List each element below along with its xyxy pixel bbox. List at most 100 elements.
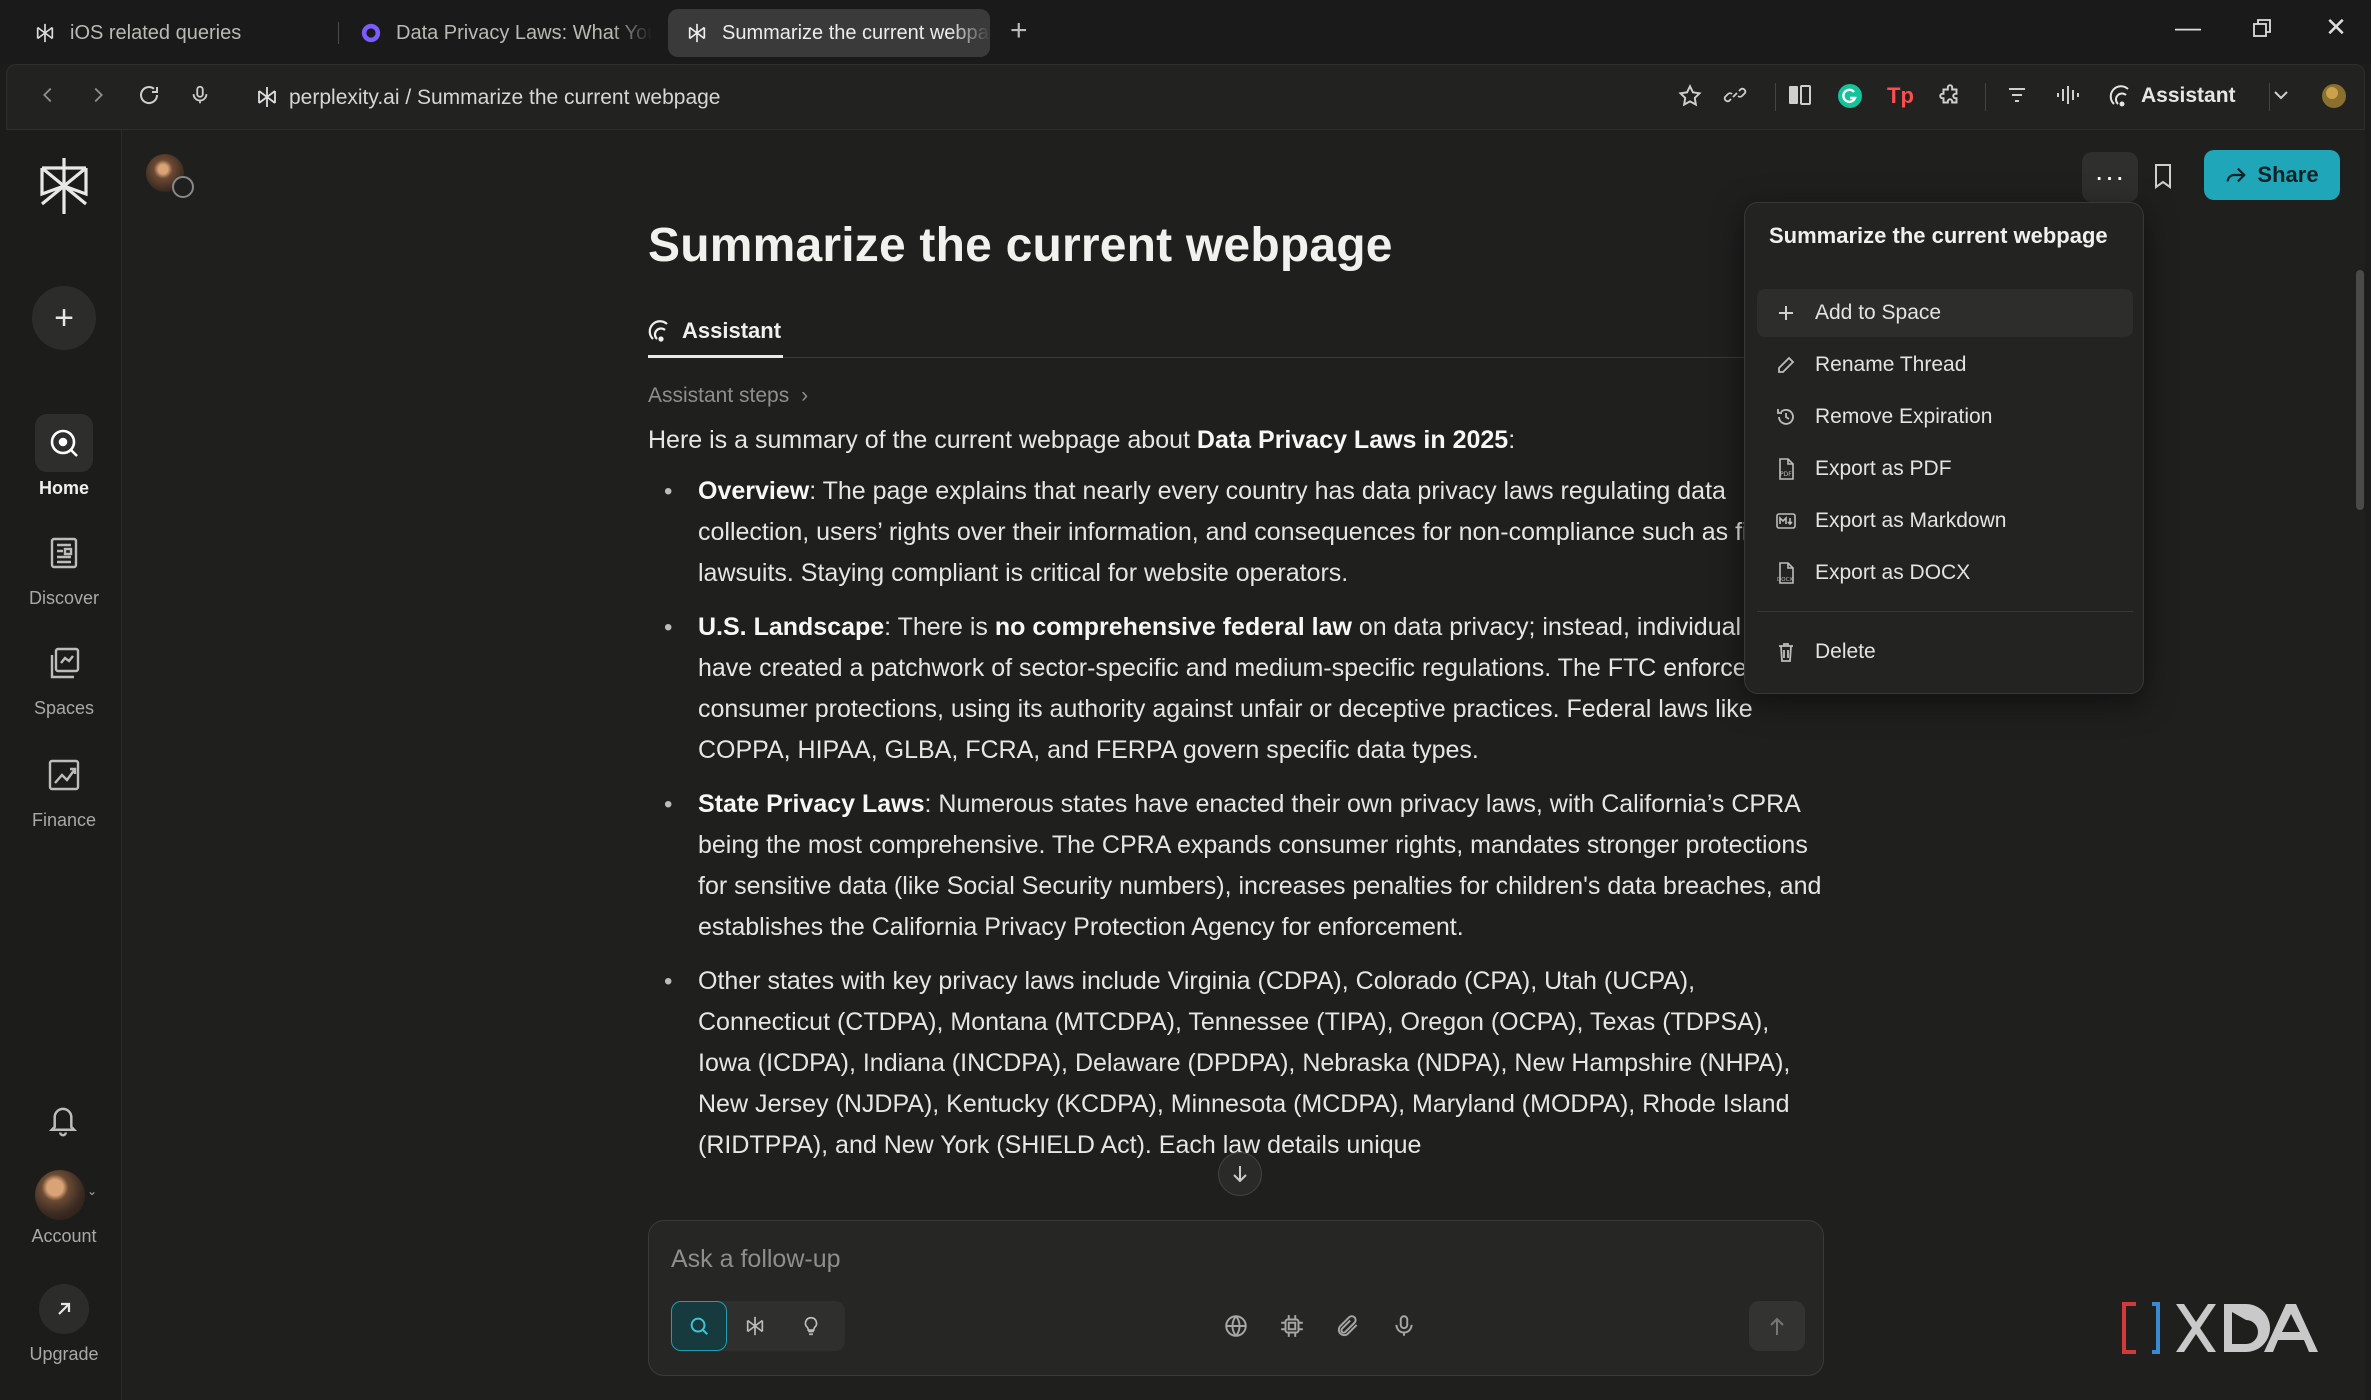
menu-item-rename-thread[interactable]: Rename Thread: [1757, 341, 2133, 389]
browser-tab-data-privacy[interactable]: Data Privacy Laws: What You N: [342, 9, 652, 57]
menu-item-export-docx[interactable]: DOCX Export as DOCX: [1757, 549, 2133, 597]
perplexity-favicon-icon: [686, 22, 708, 44]
minimize-icon[interactable]: —: [2168, 12, 2208, 43]
chevron-right-icon: ›: [801, 384, 809, 407]
audio-wave-icon[interactable]: [2055, 83, 2081, 114]
menu-divider: [1757, 611, 2133, 612]
menu-item-delete[interactable]: Delete: [1757, 628, 2133, 676]
menu-item-export-markdown[interactable]: Export as Markdown: [1757, 497, 2133, 545]
menu-title: Summarize the current webpage: [1769, 223, 2108, 248]
search-mode-icon[interactable]: [671, 1301, 727, 1351]
browser-tab-strip: iOS related queries Data Privacy Laws: W…: [0, 0, 2371, 64]
sidebar-item-label: Finance: [31, 810, 97, 830]
star-bookmark-icon[interactable]: [1677, 83, 1703, 116]
reload-icon[interactable]: [137, 83, 161, 114]
sidebar-item-label: Discover: [28, 588, 99, 608]
perplexity-logo-icon[interactable]: [34, 154, 94, 218]
back-icon[interactable]: [37, 83, 59, 114]
vertical-scrollbar[interactable]: [2356, 270, 2364, 510]
sidebar-item-spaces[interactable]: Spaces: [6, 634, 122, 719]
microphone-icon[interactable]: [189, 83, 211, 114]
share-button[interactable]: Share: [2204, 150, 2340, 200]
menu-item-remove-expiration[interactable]: Remove Expiration: [1757, 393, 2133, 441]
paperclip-icon[interactable]: [1335, 1313, 1361, 1344]
list-item: Overview: The page explains that nearly …: [648, 471, 1823, 594]
follow-up-composer[interactable]: Ask a follow-up: [648, 1220, 1824, 1376]
answer-content: Here is a summary of the current webpage…: [648, 420, 1823, 1179]
scroll-to-bottom-button[interactable]: [1218, 1152, 1262, 1196]
forward-icon[interactable]: [87, 83, 109, 114]
bullet-text: : The page explains that nearly every co…: [698, 477, 1818, 587]
more-options-button[interactable]: ···: [2082, 152, 2138, 202]
menu-item-label: Remove Expiration: [1815, 405, 1993, 428]
microphone-icon[interactable]: [1391, 1313, 1417, 1344]
toolbar-divider: [1775, 83, 1776, 111]
restore-icon[interactable]: [2242, 14, 2282, 45]
new-thread-button[interactable]: +: [32, 286, 96, 350]
tab-label: iOS related queries: [70, 21, 242, 44]
assistant-toolbar-button[interactable]: Assistant: [2109, 84, 2236, 108]
sidebar-item-home[interactable]: Home: [6, 414, 122, 499]
menu-item-label: Rename Thread: [1815, 353, 1967, 376]
menu-item-label: Delete: [1815, 640, 1876, 663]
reading-mode-icon[interactable]: [1787, 83, 1813, 114]
intro-text: Here is a summary of the current webpage…: [648, 426, 1197, 454]
url-text[interactable]: perplexity.ai / Summarize the current we…: [289, 86, 720, 110]
chevron-down-icon[interactable]: [2269, 83, 2293, 114]
plus-icon: [1773, 303, 1799, 323]
link-icon[interactable]: [1723, 83, 1747, 114]
chip-model-icon[interactable]: [1279, 1313, 1305, 1344]
sidebar-item-discover[interactable]: Discover: [6, 524, 122, 609]
bullet-emphasis: no comprehensive federal law: [994, 613, 1352, 641]
sidebar-account[interactable]: ⌄ Account: [6, 1170, 122, 1247]
assistant-toolbar-label: Assistant: [2141, 84, 2236, 107]
notifications-bell-icon[interactable]: [46, 1102, 80, 1143]
research-mode-icon[interactable]: [727, 1301, 783, 1351]
send-button[interactable]: [1749, 1301, 1805, 1351]
arrow-down-icon: [1233, 1166, 1247, 1183]
sidebar-item-label: Spaces: [33, 698, 95, 718]
assistant-steps-toggle[interactable]: Assistant steps ›: [648, 384, 808, 408]
close-window-icon[interactable]: ✕: [2316, 12, 2356, 43]
labs-lightbulb-icon[interactable]: [783, 1301, 839, 1351]
site-favicon-icon: [360, 22, 382, 44]
menu-item-export-pdf[interactable]: PDF Export as PDF: [1757, 445, 2133, 493]
intro-bold: Data Privacy Laws in 2025: [1196, 426, 1509, 454]
bookmark-icon[interactable]: [2152, 162, 2176, 192]
list-item: Other states with key privacy laws inclu…: [648, 961, 1823, 1166]
grammarly-extension-icon[interactable]: [1837, 83, 1863, 116]
profile-avatar-icon[interactable]: [2321, 83, 2347, 116]
trash-icon: [1773, 641, 1799, 663]
new-tab-button[interactable]: +: [1010, 14, 1028, 48]
follow-up-input[interactable]: Ask a follow-up: [671, 1245, 841, 1274]
assistant-icon: [648, 319, 668, 342]
browser-tab-ios-queries[interactable]: iOS related queries: [16, 9, 336, 57]
sidebar-upgrade[interactable]: Upgrade: [6, 1280, 122, 1365]
list-item: State Privacy Laws: Numerous states have…: [648, 784, 1823, 948]
thread-tabs: Assistant: [648, 306, 1828, 358]
pdf-file-icon: PDF: [1773, 457, 1799, 481]
sidebar: + Home Discover Spaces Finance ⌄ Account…: [6, 130, 122, 1400]
perplexity-app: + Home Discover Spaces Finance ⌄ Account…: [6, 130, 2365, 1400]
browser-tab-summarize[interactable]: Summarize the current webpa: [668, 9, 990, 57]
thread-author-avatar: [146, 154, 194, 198]
upgrade-label: Upgrade: [29, 1344, 99, 1364]
answer-list: Overview: The page explains that nearly …: [648, 471, 1823, 1166]
menu-item-add-to-space[interactable]: Add to Space: [1757, 289, 2133, 337]
tab-assistant[interactable]: Assistant: [648, 306, 784, 358]
search-mode-selector: [671, 1301, 845, 1351]
bullet-heading: Overview: [698, 477, 810, 505]
chevron-down-icon: ⌄: [87, 1184, 98, 1198]
newspaper-icon: [35, 524, 93, 582]
markdown-file-icon: [1773, 511, 1799, 531]
sidebar-item-finance[interactable]: Finance: [6, 746, 122, 831]
arrow-up-icon: [1770, 1317, 1784, 1335]
menu-lines-icon[interactable]: [2005, 83, 2029, 114]
tp-extension-icon[interactable]: Tp: [1887, 83, 1914, 109]
clock-icon: [1773, 406, 1799, 428]
bullet-heading: State Privacy Laws: [698, 790, 925, 818]
globe-icon[interactable]: [1223, 1313, 1249, 1344]
extensions-puzzle-icon[interactable]: [1937, 83, 1963, 116]
assistant-steps-label: Assistant steps: [648, 384, 790, 407]
spaces-icon: [35, 634, 93, 692]
